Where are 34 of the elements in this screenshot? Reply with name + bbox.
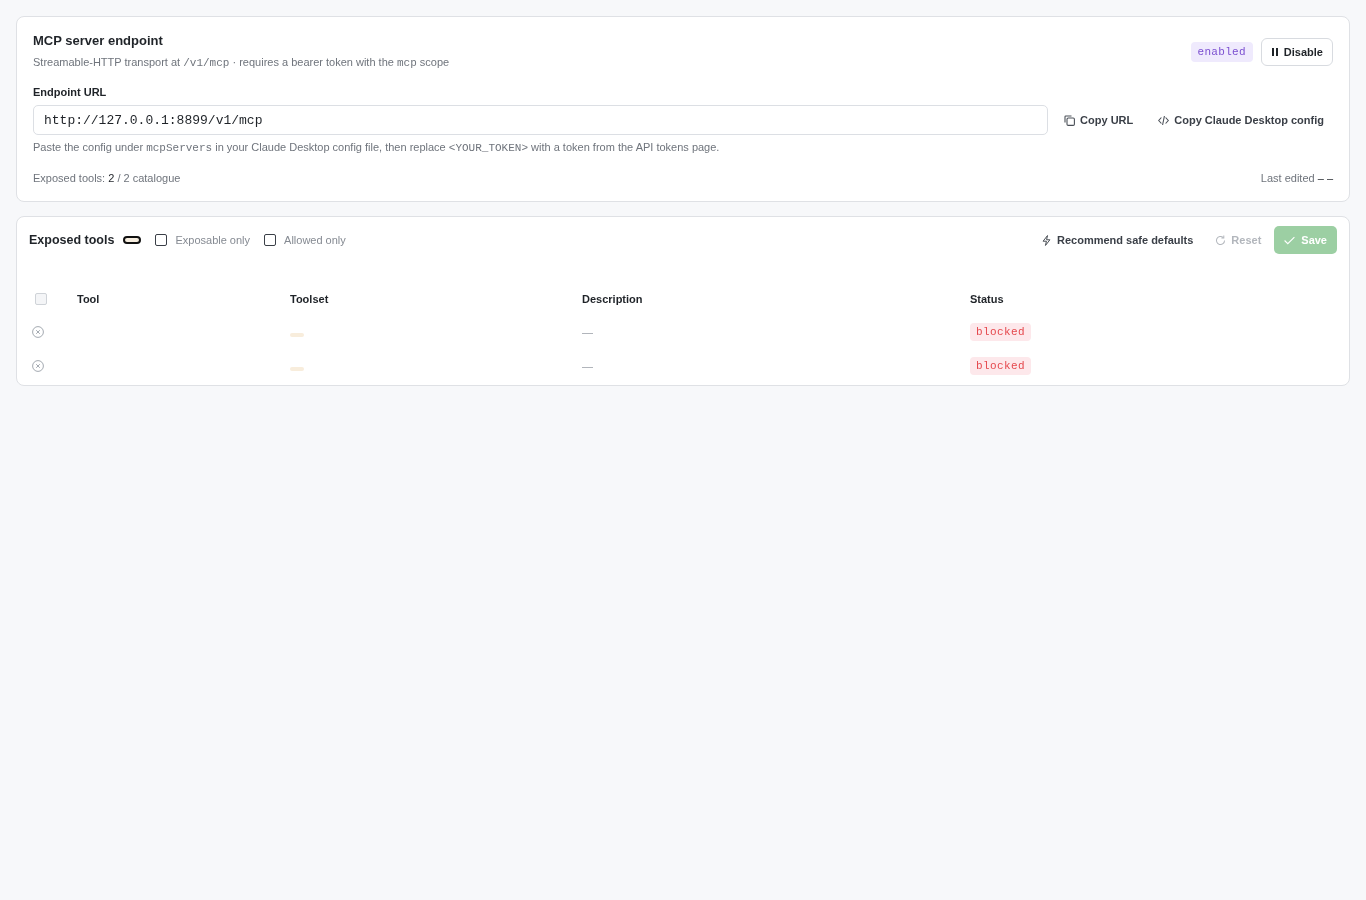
- checkbox-label[interactable]: Exposable only: [175, 234, 251, 246]
- empty-tag-icon: [290, 367, 304, 371]
- copy-icon: [1064, 114, 1076, 126]
- checkbox-label[interactable]: Allowed only: [284, 234, 346, 246]
- table-cell: —: [582, 360, 593, 372]
- recommend-button[interactable]: Recommend safe defaults: [1032, 227, 1203, 253]
- column-header: Description: [582, 293, 643, 305]
- table-cell: —: [582, 326, 593, 338]
- pause-icon: [1271, 47, 1278, 56]
- lightning-icon: [1041, 234, 1052, 246]
- column-header: Status: [970, 293, 1004, 305]
- copy-url-button[interactable]: Copy URL: [1055, 107, 1143, 133]
- url-field[interactable]: http://127.0.0.1:8899/v1/mcp: [33, 105, 1049, 135]
- column-header: Tool: [77, 293, 100, 305]
- status-badge: blocked: [970, 323, 1031, 341]
- code-icon: [1158, 114, 1170, 126]
- field-label: Endpoint URL: [33, 85, 108, 99]
- last-edited-text: Last edited – –: [1260, 171, 1333, 185]
- pill-icon: [123, 236, 142, 244]
- card-title: Exposed tools: [29, 232, 115, 248]
- column-header: Toolset: [290, 293, 329, 305]
- help-text: Paste the config under mcpServers in your Claude Desktop config file, then replace <YOUR_TOKEN> with a token from the API tokens page.: [33, 140, 721, 155]
- empty-tag-icon: [290, 333, 304, 337]
- status-badge: enabled: [1190, 41, 1253, 62]
- checkbox[interactable]: [155, 234, 168, 246]
- exposed-summary: Exposed tools: 2 / 2 catalogue: [33, 171, 181, 185]
- status-badge: blocked: [970, 357, 1031, 375]
- refresh-icon: [1215, 234, 1227, 246]
- checkbox[interactable]: [264, 234, 277, 246]
- card-title: MCP server endpoint: [33, 32, 164, 50]
- copy-config-button[interactable]: Copy Claude Desktop config: [1149, 107, 1333, 133]
- disable-button[interactable]: Disable: [1260, 37, 1333, 66]
- check-icon: [1284, 234, 1296, 246]
- card-subtitle: Streamable-HTTP transport at /v1/mcp · requires a bearer token with the mcp scope: [33, 55, 450, 71]
